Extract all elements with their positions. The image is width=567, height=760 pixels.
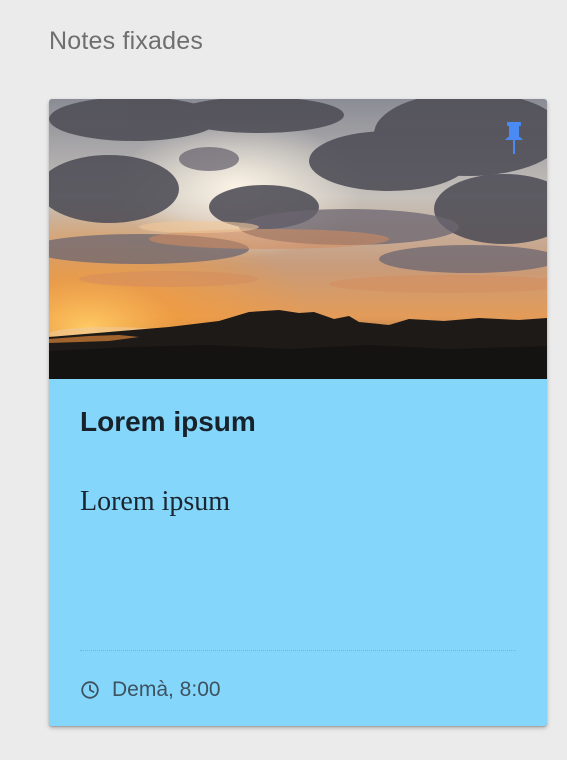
note-card[interactable]: Lorem ipsum Lorem ipsum Demà, 8:00 — [49, 99, 547, 726]
note-title: Lorem ipsum — [80, 406, 256, 437]
note-body: Lorem ipsum — [80, 486, 231, 517]
section-title: Notes fixades — [49, 27, 204, 55]
reminder-chip[interactable]: Demà, 8:00 — [80, 677, 221, 703]
clock-icon — [81, 681, 99, 699]
pin-icon[interactable] — [503, 121, 525, 155]
note-image — [49, 99, 547, 379]
divider — [80, 650, 516, 651]
pinned-notes-panel: Notes fixades Lorem ipsum Lorem ipsum De… — [0, 0, 567, 760]
reminder-text: Demà, 8:00 — [112, 678, 221, 701]
